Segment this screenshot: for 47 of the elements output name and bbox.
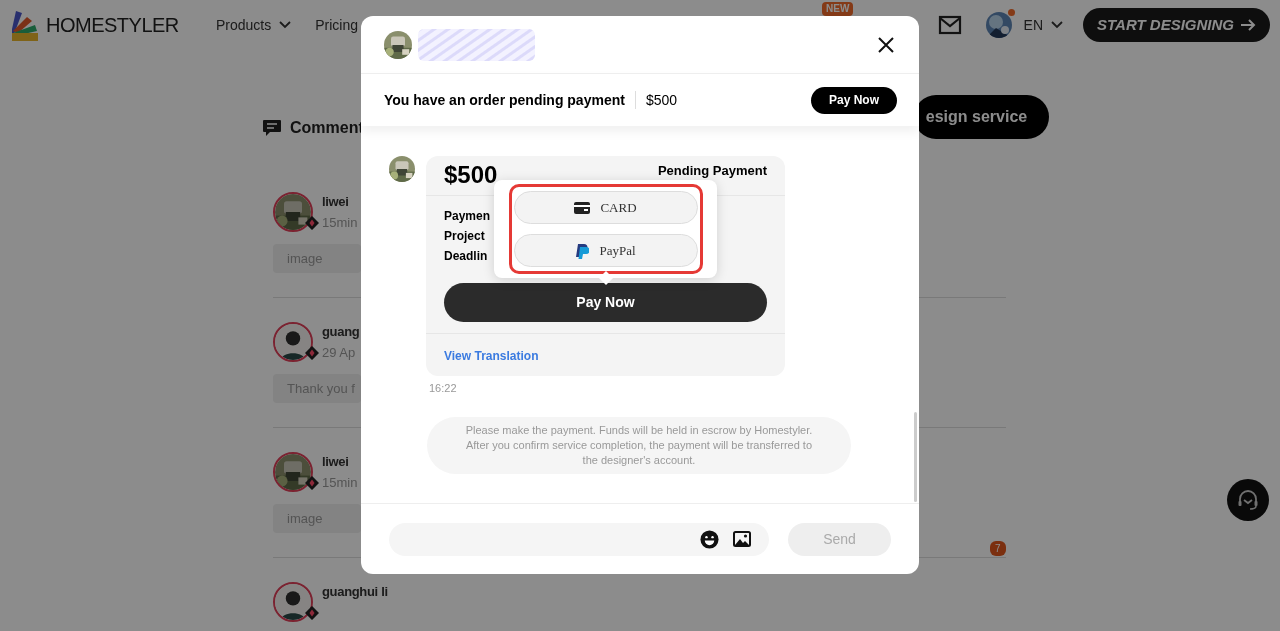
pending-message: You have an order pending payment xyxy=(384,90,625,110)
diamond-badge-icon xyxy=(305,476,319,490)
card-icon xyxy=(574,201,591,214)
message-input[interactable] xyxy=(389,522,769,556)
commenter-name: liwei xyxy=(322,193,349,211)
card-amount: $500 xyxy=(444,160,498,190)
payment-status: Pending Payment xyxy=(657,162,767,181)
payment-option[interactable]: CARD xyxy=(513,191,698,224)
pay-now-button[interactable]: Pay Now xyxy=(444,283,767,322)
payment-option[interactable]: PayPal xyxy=(513,234,698,267)
scrollbar[interactable] xyxy=(914,412,917,502)
new-badge: NEW xyxy=(822,2,854,16)
field-label: Deadlin xyxy=(444,248,488,265)
comment-tab[interactable]: Comment xyxy=(262,116,364,140)
nav-link[interactable]: Products xyxy=(216,14,292,36)
support-button[interactable] xyxy=(1227,479,1269,521)
commenter-name: guanghui li xyxy=(322,583,388,601)
nav-link[interactable]: Pricing xyxy=(315,14,359,36)
pay-now-button[interactable]: Pay Now xyxy=(811,86,897,114)
headset-icon xyxy=(1236,488,1260,512)
diamond-badge-icon xyxy=(305,216,319,230)
diamond-badge-icon xyxy=(305,346,319,360)
brand-name: HOMESTYLER xyxy=(46,13,179,38)
chevron-down-icon xyxy=(1051,21,1064,29)
arrow-right-icon xyxy=(1240,18,1256,32)
commenter-name: guang xyxy=(322,323,360,341)
comment-icon xyxy=(262,119,282,137)
unread-count-badge: 7 xyxy=(990,541,1006,556)
field-label: Paymen xyxy=(444,208,491,225)
view-translation-link[interactable]: View Translation xyxy=(444,349,539,363)
message-time: 16:22 xyxy=(429,381,458,396)
comment-time: 15min xyxy=(322,214,358,232)
emoji-icon[interactable] xyxy=(700,529,719,549)
comment-time: 15min xyxy=(322,474,358,492)
commenter-name: liwei xyxy=(322,453,349,471)
image-icon[interactable] xyxy=(733,531,751,547)
diamond-badge-icon xyxy=(305,606,319,620)
field-label: Project xyxy=(444,228,485,245)
start-designing-button[interactable]: START DESIGNING xyxy=(1083,8,1270,42)
comment-time: 29 Ap xyxy=(322,344,356,362)
close-icon[interactable] xyxy=(877,35,895,54)
logo-icon xyxy=(10,9,40,41)
system-note: Please make the payment. Funds will be held in escrow by Homestyler. After you confirm service completion, the payment will be transferred to the designer's account. xyxy=(427,416,851,474)
language-selector[interactable]: EN xyxy=(1023,14,1064,36)
payment-logo-icon xyxy=(575,242,590,259)
order-amount: $500 xyxy=(645,90,678,110)
mail-icon[interactable] xyxy=(937,15,962,35)
